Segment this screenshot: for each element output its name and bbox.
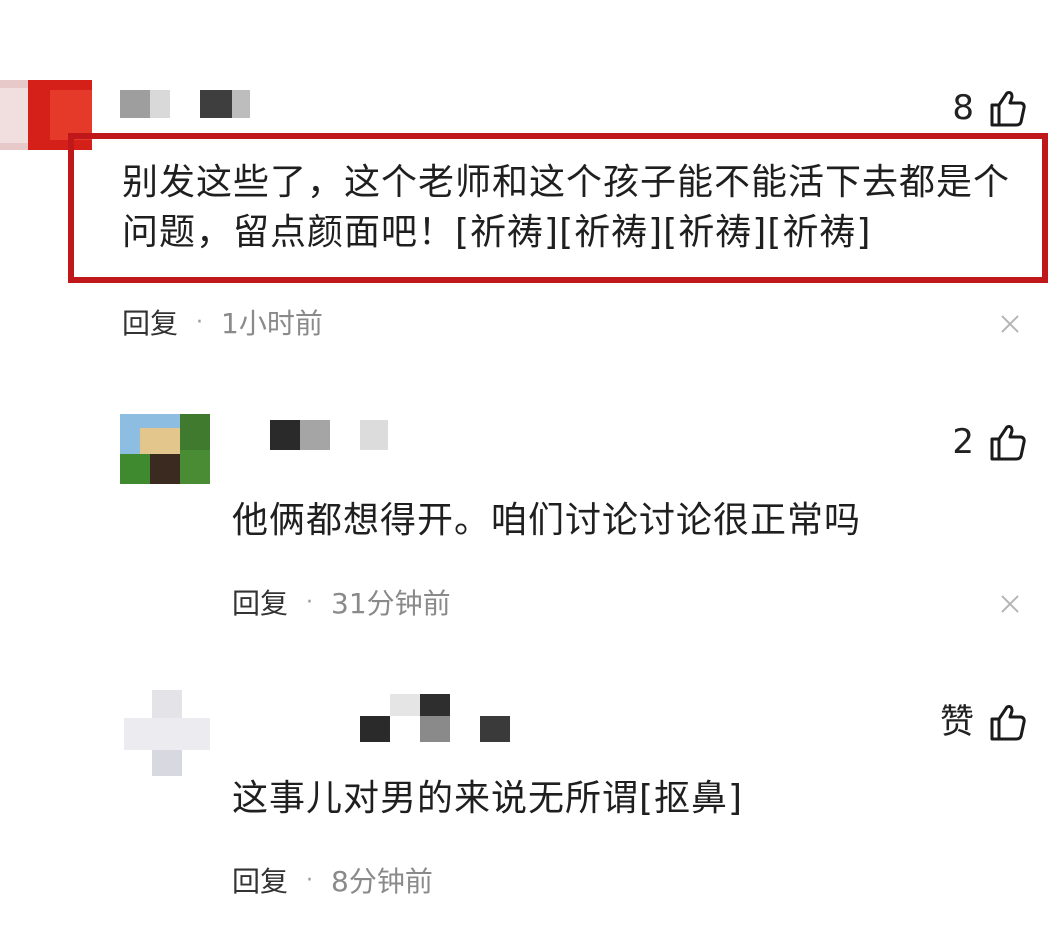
username-blurred[interactable] — [360, 694, 510, 742]
comment-item: 8 别发这些了，这个老师和这个孩子能不能活下去都是个问题，留点颜面吧！[祈祷][… — [0, 0, 1052, 360]
avatar[interactable] — [120, 414, 210, 484]
comment-meta: 回复 · 8分钟前 — [232, 860, 433, 900]
comment-text: 他俩都想得开。咱们讨论讨论很正常吗 — [232, 500, 862, 541]
username-blurred[interactable] — [270, 418, 400, 454]
comment-item: 赞 这事儿对男的来说无所谓[抠鼻] 回复 · 8分钟前 — [0, 680, 1052, 930]
separator-dot: · — [306, 589, 314, 615]
comment-item: 2 他俩都想得开。咱们讨论讨论很正常吗 回复 · 31分钟前 — [0, 400, 1052, 650]
reply-button[interactable]: 回复 — [232, 582, 288, 622]
timestamp: 31分钟前 — [331, 587, 451, 620]
like-count: 2 — [952, 422, 974, 462]
timestamp: 8分钟前 — [331, 865, 433, 898]
like-area: 2 — [952, 420, 1028, 464]
close-icon[interactable] — [998, 312, 1022, 336]
username-blurred[interactable] — [120, 88, 250, 124]
comment-text: 这事儿对男的来说无所谓[抠鼻] — [232, 778, 744, 819]
like-area: 赞 — [940, 700, 1028, 744]
close-icon[interactable] — [998, 592, 1022, 616]
timestamp: 1小时前 — [221, 307, 323, 340]
like-label: 赞 — [940, 702, 974, 742]
thumbs-up-icon[interactable] — [988, 88, 1028, 128]
reply-button[interactable]: 回复 — [232, 860, 288, 900]
comment-meta: 回复 · 1小时前 — [122, 302, 323, 342]
thumbs-up-icon[interactable] — [988, 702, 1028, 742]
reply-button[interactable]: 回复 — [122, 302, 178, 342]
like-count: 8 — [952, 88, 974, 128]
separator-dot: · — [196, 309, 204, 335]
thumbs-up-icon[interactable] — [988, 422, 1028, 462]
separator-dot: · — [306, 867, 314, 893]
avatar[interactable] — [124, 690, 210, 776]
comment-meta: 回复 · 31分钟前 — [232, 582, 451, 622]
comment-text: 别发这些了，这个老师和这个孩子能不能活下去都是个问题，留点颜面吧！[祈祷][祈祷… — [122, 162, 1011, 253]
like-area: 8 — [952, 86, 1028, 130]
